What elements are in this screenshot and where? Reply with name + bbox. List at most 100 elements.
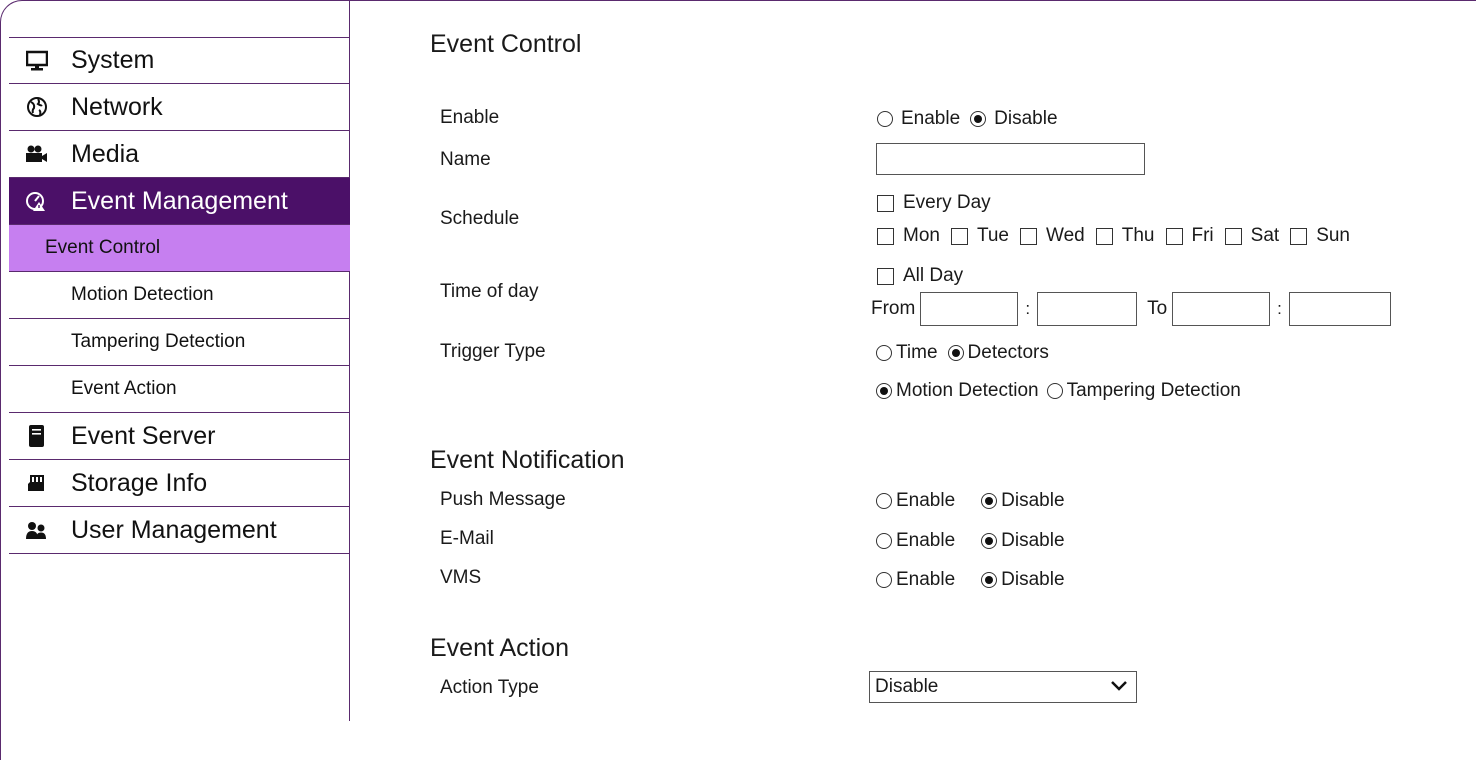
sidebar-item-system[interactable]: System bbox=[9, 37, 350, 84]
time-range-row: From : To : bbox=[871, 292, 1391, 326]
wed-checkbox[interactable] bbox=[1020, 227, 1038, 245]
name-label: Name bbox=[440, 149, 491, 170]
sidebar-item-label: System bbox=[71, 46, 155, 74]
vms-enable-radio[interactable] bbox=[876, 572, 892, 588]
server-icon bbox=[25, 424, 49, 448]
email-disable-radio[interactable] bbox=[981, 533, 998, 549]
motion-detection-radio[interactable] bbox=[876, 383, 892, 399]
event-action-title: Event Action bbox=[430, 634, 569, 662]
sidebar-item-media[interactable]: Media bbox=[9, 131, 350, 178]
to-minute-input[interactable] bbox=[1288, 292, 1391, 326]
vms-disable-label: Disable bbox=[1001, 569, 1065, 590]
action-type-value: Disable bbox=[875, 676, 939, 697]
sat-label: Sat bbox=[1250, 225, 1280, 246]
schedule-label: Schedule bbox=[440, 208, 520, 229]
sidebar-subitem-label: Event Action bbox=[71, 378, 177, 399]
enable-radio-label: Enable bbox=[901, 108, 961, 129]
video-camera-icon bbox=[25, 142, 49, 166]
sidebar-subitem-label: Tampering Detection bbox=[71, 331, 246, 352]
mon-label: Mon bbox=[903, 225, 940, 246]
trigger-detectors-radio[interactable] bbox=[947, 345, 964, 361]
email-radio-group: Enable Disable bbox=[876, 530, 1065, 552]
enable-radio[interactable] bbox=[877, 111, 893, 127]
event-alarm-icon bbox=[25, 189, 49, 213]
from-hour-input[interactable] bbox=[920, 292, 1019, 326]
disable-radio[interactable] bbox=[970, 111, 987, 127]
users-icon bbox=[25, 518, 49, 542]
sidebar-subitem-motion-detection[interactable]: Motion Detection bbox=[9, 272, 350, 319]
to-colon: : bbox=[1277, 299, 1282, 318]
sun-checkbox[interactable] bbox=[1290, 227, 1308, 245]
fri-label: Fri bbox=[1191, 225, 1214, 246]
push-disable-radio[interactable] bbox=[981, 493, 998, 509]
sidebar-subitem-label: Event Control bbox=[45, 237, 161, 258]
sidebar-item-label: Event Management bbox=[71, 186, 288, 215]
push-enable-radio[interactable] bbox=[876, 493, 892, 509]
sidebar-item-network[interactable]: Network bbox=[9, 84, 350, 131]
monitor-icon bbox=[25, 49, 49, 73]
sidebar-subitem-tampering-detection[interactable]: Tampering Detection bbox=[9, 319, 350, 366]
globe-icon bbox=[25, 95, 49, 119]
from-minute-input[interactable] bbox=[1037, 292, 1138, 326]
sidebar-item-label: User Management bbox=[71, 515, 277, 544]
every-day-checkbox[interactable] bbox=[877, 194, 894, 212]
trigger-detectors-label: Detectors bbox=[967, 342, 1049, 363]
enable-label: Enable bbox=[440, 107, 500, 128]
sidebar-subitem-event-control[interactable]: Event Control bbox=[9, 225, 350, 272]
event-notification-title: Event Notification bbox=[430, 446, 625, 474]
push-enable-label: Enable bbox=[896, 490, 956, 511]
time-of-day-label: Time of day bbox=[440, 281, 539, 302]
sidebar-item-event-server[interactable]: Event Server bbox=[9, 413, 350, 460]
sidebar-item-label: Event Server bbox=[71, 421, 216, 450]
chevron-down-icon bbox=[1110, 676, 1128, 698]
every-day-option: Every Day bbox=[877, 192, 991, 214]
sidebar-item-storage-info[interactable]: Storage Info bbox=[9, 460, 350, 507]
push-disable-label: Disable bbox=[1001, 490, 1065, 511]
enable-radio-group: Enable Disable bbox=[877, 108, 1058, 130]
tue-checkbox[interactable] bbox=[950, 227, 968, 245]
thu-checkbox[interactable] bbox=[1095, 227, 1113, 245]
motion-detection-label: Motion Detection bbox=[896, 380, 1039, 401]
trigger-type-radio-group: Time Detectors bbox=[876, 342, 1049, 364]
tampering-detection-label: Tampering Detection bbox=[1066, 380, 1241, 401]
event-control-title: Event Control bbox=[430, 30, 582, 58]
sidebar-item-event-management[interactable]: Event Management bbox=[9, 178, 350, 225]
sidebar: System Network Media Event Management Ev… bbox=[0, 0, 350, 721]
every-day-label: Every Day bbox=[903, 192, 991, 213]
sidebar-subitem-event-action[interactable]: Event Action bbox=[9, 366, 350, 413]
vms-radio-group: Enable Disable bbox=[876, 569, 1065, 591]
vms-label: VMS bbox=[440, 567, 482, 588]
tampering-detection-radio[interactable] bbox=[1046, 383, 1063, 399]
trigger-time-radio[interactable] bbox=[876, 345, 892, 361]
sat-checkbox[interactable] bbox=[1224, 227, 1242, 245]
push-message-radio-group: Enable Disable bbox=[876, 490, 1065, 512]
all-day-option: All Day bbox=[877, 265, 963, 287]
disable-radio-label: Disable bbox=[994, 108, 1058, 129]
sidebar-item-label: Storage Info bbox=[71, 468, 208, 497]
from-label: From bbox=[871, 298, 916, 319]
main-content: Event Control Enable Enable Disable Name… bbox=[352, 0, 1476, 721]
all-day-checkbox[interactable] bbox=[877, 267, 894, 285]
email-enable-radio[interactable] bbox=[876, 533, 892, 549]
action-type-label: Action Type bbox=[440, 677, 539, 698]
sidebar-item-label: Network bbox=[71, 92, 163, 121]
to-hour-input[interactable] bbox=[1172, 292, 1271, 326]
name-input[interactable] bbox=[876, 143, 1145, 175]
action-type-select[interactable]: Disable bbox=[869, 671, 1137, 703]
email-label: E-Mail bbox=[440, 528, 494, 549]
to-label: To bbox=[1147, 298, 1168, 319]
vms-enable-label: Enable bbox=[896, 569, 956, 590]
trigger-time-label: Time bbox=[896, 342, 938, 363]
sidebar-item-label: Media bbox=[71, 139, 140, 168]
push-message-label: Push Message bbox=[440, 489, 566, 510]
weekday-checkbox-group: Mon Tue Wed Thu Fri Sat Sun bbox=[877, 225, 1350, 247]
sidebar-item-user-management[interactable]: User Management bbox=[9, 507, 350, 554]
trigger-type-label: Trigger Type bbox=[440, 341, 546, 362]
thu-label: Thu bbox=[1121, 225, 1155, 246]
vms-disable-radio[interactable] bbox=[981, 572, 998, 588]
mon-checkbox[interactable] bbox=[877, 227, 894, 245]
fri-checkbox[interactable] bbox=[1165, 227, 1183, 245]
detector-radio-group: Motion Detection Tampering Detection bbox=[876, 380, 1241, 402]
sidebar-subitem-label: Motion Detection bbox=[71, 284, 214, 305]
all-day-label: All Day bbox=[903, 265, 964, 286]
